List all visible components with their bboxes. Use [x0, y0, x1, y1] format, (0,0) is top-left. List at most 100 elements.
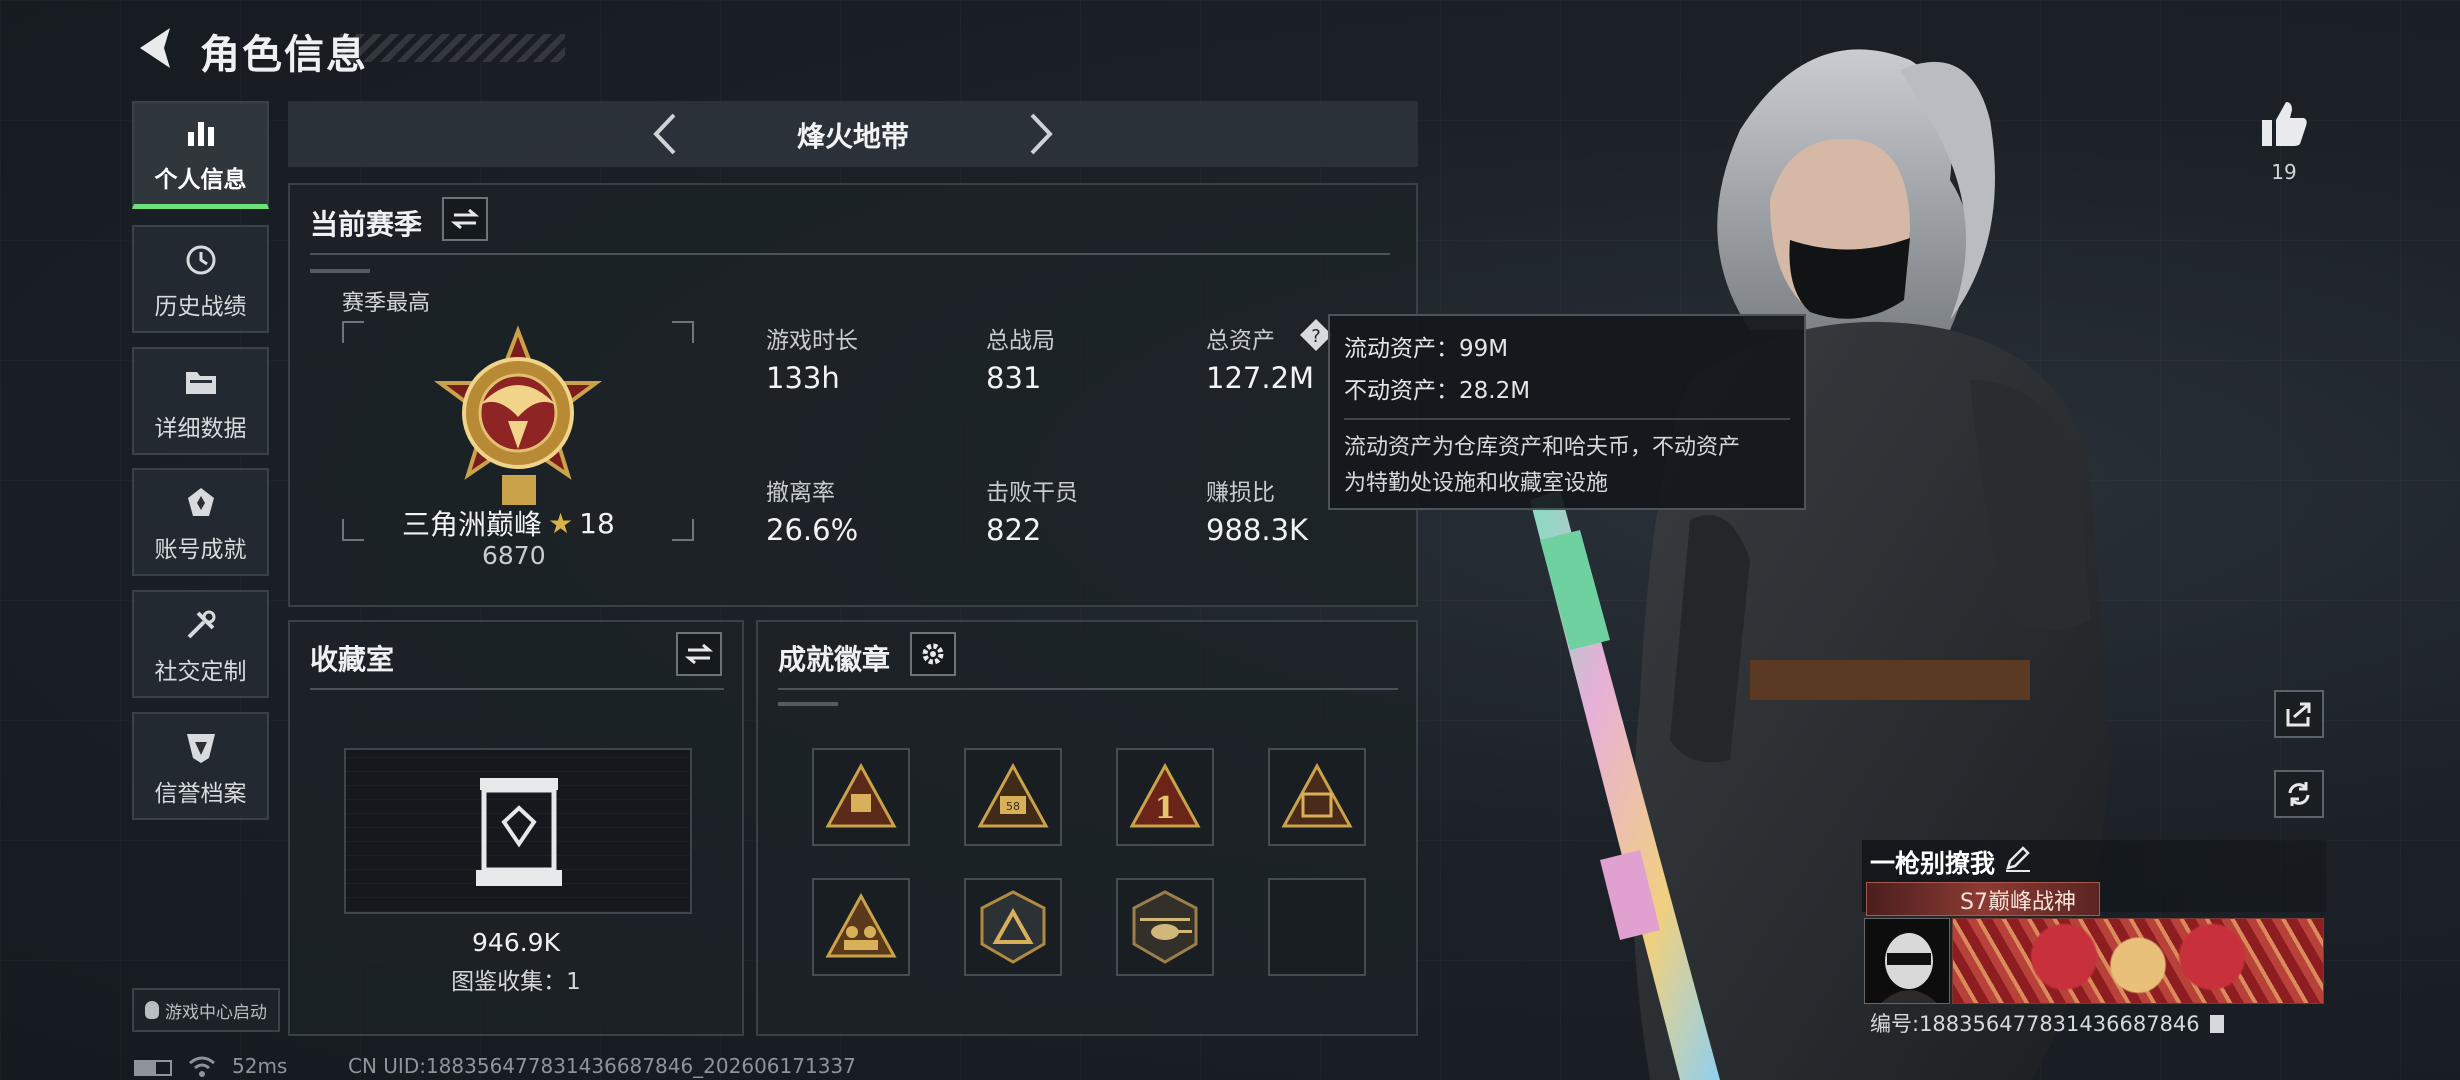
sidebar-item-social[interactable]: 社交定制	[132, 590, 269, 698]
badge-slot[interactable]	[1116, 878, 1214, 976]
history-clock-icon	[186, 245, 215, 275]
badge-slot[interactable]	[812, 878, 910, 976]
collection-switch-button[interactable]	[676, 632, 722, 676]
badges-panel: 成就徽章 58 1	[756, 620, 1418, 1036]
decor-tick	[778, 702, 838, 706]
qq-penguin-icon	[145, 1001, 159, 1019]
player-id: 编号:188356477831436687846	[1870, 1008, 2225, 1038]
sidebar-item-label: 信誉档案	[154, 781, 247, 807]
stat-value-profit-ratio: 988.3K	[1206, 513, 1309, 547]
badge-slot[interactable]	[812, 748, 910, 846]
sidebar-item-label: 个人信息	[154, 167, 247, 193]
badges-title: 成就徽章	[778, 643, 891, 676]
sidebar-item-label: 历史战绩	[154, 294, 247, 320]
stat-label-playtime: 游戏时长	[766, 328, 858, 354]
season-peak-label: 赛季最高	[342, 291, 431, 316]
sidebar-item-label: 社交定制	[154, 659, 247, 685]
sidebar-item-label: 账号成就	[154, 537, 247, 563]
hexagon-triangle-badge-icon	[980, 890, 1046, 964]
badge-slot[interactable]: 1	[1116, 748, 1214, 846]
launch-label: 游戏中心启动	[165, 1002, 267, 1023]
display-case-icon	[476, 778, 562, 886]
badge-slot[interactable]	[964, 878, 1062, 976]
mode-selector: 烽火地带	[288, 101, 1418, 167]
svg-text:1: 1	[1155, 791, 1176, 826]
divider	[310, 253, 1390, 255]
sidebar-item-personal-info[interactable]: 个人信息	[132, 101, 269, 209]
wifi-icon	[189, 1056, 215, 1077]
season-panel: 当前赛季 赛季最高 三角洲巅峰 ★ 18 6870 游戏时长 133h 总战局 …	[288, 183, 1418, 607]
triangle-number-1-badge-icon: 1	[1129, 762, 1201, 828]
rank-emblem-icon	[433, 325, 603, 505]
switch-arrows-icon	[451, 208, 479, 230]
sidebar-item-history[interactable]: 历史战绩	[132, 225, 269, 333]
sidebar-item-label: 详细数据	[154, 416, 247, 442]
sidebar-item-credit[interactable]: 信誉档案	[132, 712, 269, 820]
collection-title: 收藏室	[310, 643, 395, 676]
frame-corner	[342, 519, 364, 541]
triangle-58-badge-icon: 58	[977, 762, 1049, 828]
frame-corner	[672, 519, 694, 541]
collection-value: 946.9K	[472, 928, 560, 957]
pencil-edit-icon[interactable]	[2002, 842, 2034, 874]
divider	[310, 688, 724, 690]
sidebar-item-achievements[interactable]: 账号成就	[132, 468, 269, 576]
gear-icon	[922, 643, 944, 665]
player-name: 一枪别撩我	[1870, 849, 1996, 878]
sidebar-item-detail-data[interactable]: 详细数据	[132, 347, 269, 455]
rank-points: 6870	[482, 541, 546, 570]
uid-text: CN UID:188356477831436687846_20260617133…	[348, 1054, 856, 1078]
stat-label-matches: 总战局	[986, 328, 1055, 354]
rank-stars: 18	[579, 506, 615, 540]
badge-slot[interactable]: 58	[964, 748, 1062, 846]
rank-name: 三角洲巅峰	[402, 508, 543, 541]
game-center-launch-button[interactable]: 游戏中心启动	[132, 988, 280, 1032]
share-button[interactable]	[2274, 690, 2324, 738]
player-id-text: 编号:188356477831436687846	[1870, 1012, 2200, 1036]
title-badge-text: S7巅峰战神	[1960, 890, 2076, 915]
battery-icon	[134, 1060, 172, 1076]
chevron-right-icon[interactable]	[1016, 111, 1062, 157]
decor-tick	[310, 269, 370, 273]
season-title: 当前赛季	[310, 208, 423, 241]
stat-value-total-assets: 127.2M	[1206, 361, 1315, 395]
triangle-crate-badge-icon	[825, 762, 897, 828]
refresh-button[interactable]	[2274, 770, 2324, 818]
svg-text:58: 58	[1006, 800, 1020, 813]
divider	[1344, 418, 1790, 420]
thumbs-up-icon[interactable]	[2256, 96, 2312, 152]
badge-slot-empty[interactable]	[1268, 878, 1366, 976]
star-icon: ★	[548, 506, 574, 540]
tooltip-desc-line1: 流动资产为仓库资产和哈夫币，不动资产	[1344, 435, 1741, 460]
helicopter-badge-icon	[1132, 890, 1198, 964]
avatar[interactable]	[1864, 918, 1950, 1004]
stat-label-profit-ratio: 赚损比	[1206, 480, 1275, 506]
copy-icon[interactable]	[2210, 1015, 2225, 1033]
rank-line: 三角洲巅峰 ★ 18	[402, 503, 615, 543]
switch-arrows-icon	[685, 643, 713, 665]
tooltip-desc-line2: 为特勤处设施和收藏室设施	[1344, 471, 1609, 496]
mode-name: 烽火地带	[796, 120, 909, 153]
avatar-portrait	[1865, 919, 1949, 1003]
divider	[778, 688, 1398, 690]
stat-value-playtime: 133h	[766, 361, 840, 395]
folder-icon	[185, 372, 216, 394]
svg-text:?: ?	[1311, 326, 1321, 347]
stat-label-extract-rate: 撤离率	[766, 480, 835, 506]
tooltip-liquid-assets: 流动资产：99M	[1344, 336, 1509, 362]
credit-shield-icon	[186, 734, 215, 763]
assets-tooltip: 流动资产：99M 不动资产：28.2M 流动资产为仓库资产和哈夫币，不动资产 为…	[1328, 314, 1806, 510]
stat-value-extract-rate: 26.6%	[766, 513, 859, 547]
back-arrow-icon[interactable]	[130, 22, 182, 74]
stat-label-kills: 击败干员	[986, 480, 1078, 506]
collection-room-preview[interactable]	[344, 748, 692, 914]
season-switch-button[interactable]	[442, 197, 488, 241]
badge-slot[interactable]	[1268, 748, 1366, 846]
catalog-count: 图鉴收集：1	[451, 969, 581, 995]
badges-settings-button[interactable]	[910, 632, 956, 676]
frame-corner	[672, 321, 694, 343]
collection-panel: 收藏室 946.9K 图鉴收集：1	[288, 620, 744, 1036]
tooltip-fixed-assets: 不动资产：28.2M	[1344, 378, 1531, 404]
ping-value: 52ms	[232, 1054, 288, 1078]
like-count: 19	[2271, 160, 2297, 184]
